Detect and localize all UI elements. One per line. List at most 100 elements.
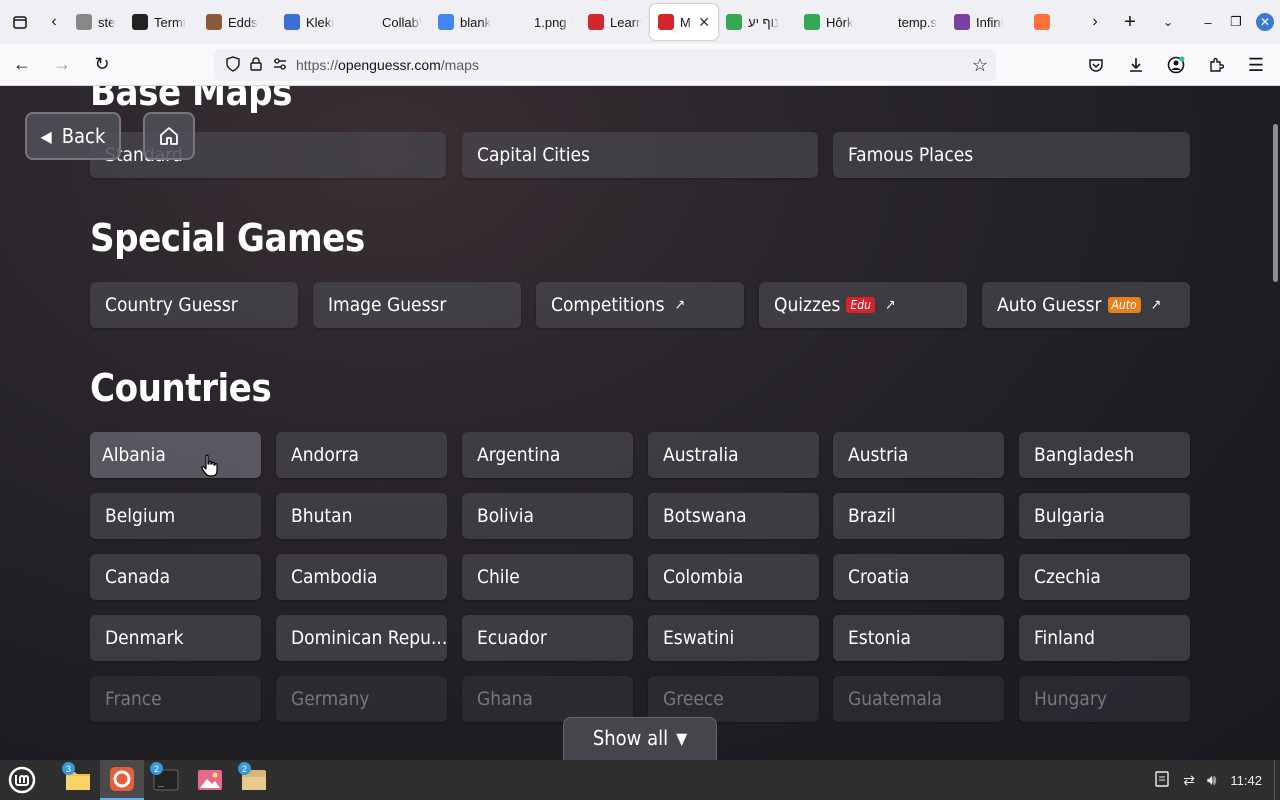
game-card-competitions[interactable]: Competitions ↗ [536, 282, 744, 328]
country-card[interactable]: Croatia [833, 554, 1004, 600]
map-card-famous-places[interactable]: Famous Places [833, 132, 1190, 178]
browser-tab[interactable]: CollabVM [352, 4, 430, 40]
browser-tab[interactable]: blank [430, 4, 504, 40]
country-card[interactable]: Greece [648, 676, 819, 722]
browser-tab[interactable]: Hôrk [796, 4, 868, 40]
list-all-tabs-icon[interactable]: ⌄ [1148, 0, 1188, 44]
files-icon[interactable]: 3 [56, 760, 100, 800]
country-card[interactable]: Brazil [833, 493, 1004, 539]
game-card-label: Image Guessr [328, 294, 447, 316]
country-card[interactable]: Guatemala [833, 676, 1004, 722]
terminal-icon[interactable]: _ 2 [144, 760, 188, 800]
triangle-left-icon: ◀ [40, 126, 52, 146]
country-card[interactable]: Andorra [276, 432, 447, 478]
browser-tab[interactable]: ste [68, 4, 124, 40]
avatar-icon [206, 14, 222, 30]
firefox-icon[interactable] [100, 760, 144, 800]
browser-tab[interactable]: Termi [124, 4, 198, 40]
tab-overview-icon[interactable] [0, 0, 40, 44]
menu-icon[interactable]: ☰ [1238, 47, 1274, 83]
country-card[interactable]: Ecuador [462, 615, 633, 661]
browser-tab[interactable]: Edds [198, 4, 276, 40]
country-card[interactable]: Botswana [648, 493, 819, 539]
account-icon[interactable] [1158, 47, 1194, 83]
new-tab-icon[interactable]: + [1112, 0, 1148, 44]
country-card[interactable]: Germany [276, 676, 447, 722]
network-icon[interactable]: ⇄ [1183, 772, 1195, 789]
game-card-country-guessr[interactable]: Country Guessr [90, 282, 298, 328]
country-card[interactable]: Hungary [1019, 676, 1190, 722]
permissions-icon[interactable] [268, 57, 292, 73]
close-tab-icon[interactable]: ✕ [698, 14, 710, 31]
extensions-icon[interactable] [1198, 47, 1234, 83]
browser-tab[interactable] [1026, 4, 1056, 40]
url-text: https://openguessr.com/maps [296, 57, 479, 73]
country-card[interactable]: Denmark [90, 615, 261, 661]
country-card[interactable]: Czechia [1019, 554, 1190, 600]
country-card[interactable]: Canada [90, 554, 261, 600]
navigation-bar: ← → ↻ https://openguessr.com/maps ☆ ☰ [0, 44, 1280, 86]
country-card[interactable]: Colombia [648, 554, 819, 600]
map-card-capital-cities[interactable]: Capital Cities [462, 132, 818, 178]
minimize-icon[interactable]: – [1194, 0, 1222, 44]
external-link-icon: ↗ [674, 297, 686, 313]
game-card-quizzes[interactable]: Quizzes Edu ↗ [759, 282, 967, 328]
volume-icon[interactable]: 🔊︎ [1207, 772, 1216, 789]
back-button-label: Back [61, 124, 106, 148]
country-card[interactable]: Australia [648, 432, 819, 478]
browser-tab[interactable]: 1.png (Pi [504, 4, 580, 40]
reload-icon[interactable]: ↻ [84, 47, 120, 83]
maximize-icon[interactable]: ❐ [1222, 0, 1250, 44]
browser-tab[interactable]: Ma ✕ [650, 4, 718, 40]
page-scrollbar[interactable] [1273, 124, 1278, 282]
country-card[interactable]: Ghana [462, 676, 633, 722]
target-icon [658, 14, 674, 30]
forward-arrow-icon[interactable]: → [44, 47, 80, 83]
notes-icon[interactable] [1155, 770, 1169, 790]
back-arrow-icon[interactable]: ← [4, 47, 40, 83]
browser-tab[interactable]: Infini [946, 4, 1026, 40]
browser-tab[interactable]: Kleki [276, 4, 352, 40]
country-card[interactable]: Argentina [462, 432, 633, 478]
home-button[interactable] [143, 112, 195, 160]
image-viewer-icon[interactable] [188, 760, 232, 800]
bookmark-star-icon[interactable]: ☆ [972, 55, 988, 76]
game-card-image-guessr[interactable]: Image Guessr [313, 282, 521, 328]
mint-menu-icon[interactable] [0, 760, 44, 800]
country-card[interactable]: Chile [462, 554, 633, 600]
back-button[interactable]: ◀ Back [25, 112, 121, 160]
shield-icon[interactable] [222, 55, 244, 75]
browser-tab[interactable]: Learn [580, 4, 650, 40]
country-card[interactable]: Bulgaria [1019, 493, 1190, 539]
pocket-icon[interactable] [1078, 47, 1114, 83]
country-card[interactable]: Estonia [833, 615, 1004, 661]
window-count-badge: 2 [150, 762, 163, 775]
scroll-tabs-left-icon[interactable]: ‹ [40, 0, 68, 44]
country-card[interactable]: Belgium [90, 493, 261, 539]
country-card[interactable]: Bhutan [276, 493, 447, 539]
downloads-icon[interactable] [1118, 47, 1154, 83]
folder-icon[interactable]: 2 [232, 760, 276, 800]
map-pin-icon [726, 14, 742, 30]
country-card[interactable]: Dominican Repu... [276, 615, 447, 661]
browser-tab[interactable]: temp.sh/ [868, 4, 946, 40]
country-card[interactable]: Finland [1019, 615, 1190, 661]
browser-tab[interactable]: נוף יע [718, 4, 796, 40]
external-link-icon: ↗ [884, 297, 896, 313]
game-card-auto-guessr[interactable]: Auto Guessr Auto ↗ [982, 282, 1190, 328]
url-bar[interactable]: https://openguessr.com/maps ☆ [214, 49, 996, 81]
game-card-label: Country Guessr [105, 294, 238, 316]
country-card[interactable]: Eswatini [648, 615, 819, 661]
country-card[interactable]: Albania [90, 432, 261, 478]
lock-icon[interactable] [244, 56, 268, 74]
country-card[interactable]: Cambodia [276, 554, 447, 600]
close-window-icon[interactable]: ✕ [1250, 0, 1280, 44]
show-all-button[interactable]: Show all ▼ [563, 717, 717, 760]
country-card[interactable]: France [90, 676, 261, 722]
show-desktop[interactable] [1274, 760, 1280, 800]
clock[interactable]: 11:42 [1230, 773, 1262, 788]
country-card[interactable]: Austria [833, 432, 1004, 478]
scroll-tabs-right-icon[interactable]: › [1078, 0, 1112, 44]
country-card[interactable]: Bolivia [462, 493, 633, 539]
country-card[interactable]: Bangladesh [1019, 432, 1190, 478]
